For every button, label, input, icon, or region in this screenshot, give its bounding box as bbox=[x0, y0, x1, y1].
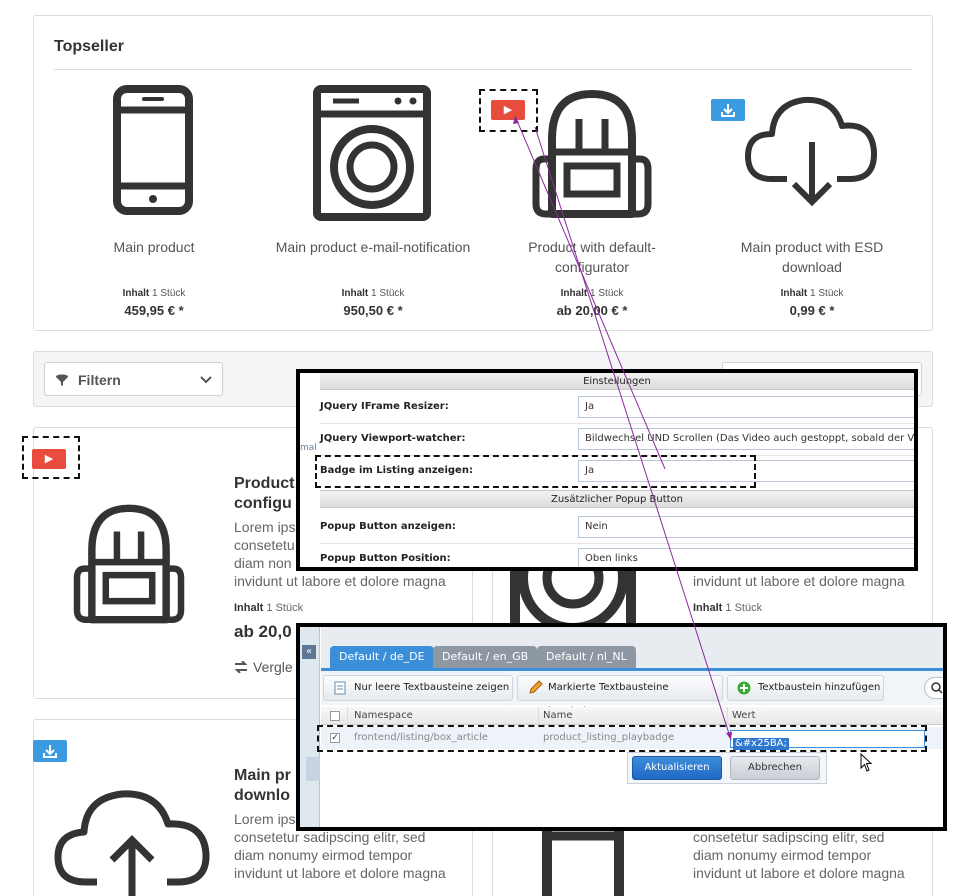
listing-title[interactable]: Main pr bbox=[234, 766, 291, 786]
sidebar-selection bbox=[306, 757, 320, 781]
listing-title[interactable]: configu bbox=[234, 494, 292, 514]
filter-button[interactable]: Filtern bbox=[44, 362, 223, 396]
smartphone-icon bbox=[113, 85, 193, 215]
highlight-box bbox=[479, 89, 538, 132]
listing-description: consetetu bbox=[234, 537, 295, 553]
product-unit: Inhalt 1 Stück bbox=[560, 288, 624, 299]
listing-description: invidunt ut labore et dolore magna bbox=[234, 865, 446, 881]
listing-description: invidunt ut labore et dolore magna bbox=[693, 573, 905, 589]
download-badge bbox=[33, 740, 67, 762]
listing-description: Lorem ips bbox=[234, 519, 296, 535]
side-fragment: mal bbox=[300, 443, 317, 453]
search-field[interactable] bbox=[924, 677, 943, 699]
snippet-manager-screenshot: « Default / de_DE Default / en_GB Defaul… bbox=[296, 623, 947, 831]
listing-description: diam nonumy eirmod tempor bbox=[693, 847, 872, 863]
listing-description: diam non bbox=[234, 555, 292, 571]
config-input[interactable]: Oben links bbox=[578, 548, 914, 567]
config-label: Popup Button Position: bbox=[320, 553, 451, 564]
product-price: 0,99 € * bbox=[789, 303, 835, 318]
compare-link[interactable]: Vergle bbox=[234, 659, 293, 675]
product-card[interactable]: Main product e-mail-notification Inhalt … bbox=[273, 84, 473, 318]
collapse-button[interactable]: « bbox=[302, 645, 316, 659]
listing-price: ab 20,0 bbox=[234, 622, 292, 641]
product-unit: Inhalt 1 Stück bbox=[341, 288, 405, 299]
product-name[interactable]: Main product e-mail-notification bbox=[273, 237, 473, 277]
listing-unit: Inhalt 1 Stück bbox=[234, 602, 304, 614]
listing-title[interactable]: Product bbox=[234, 474, 294, 494]
compare-icon bbox=[234, 660, 248, 674]
download-badge bbox=[711, 99, 745, 121]
section-header: Zusätzlicher Popup Button bbox=[320, 490, 914, 508]
backpack-icon bbox=[532, 90, 652, 218]
filter-label: Filtern bbox=[78, 372, 121, 388]
edit-selected-button[interactable]: Markierte Textbausteine bearbeiten bbox=[517, 675, 723, 717]
pencil-icon bbox=[529, 680, 543, 694]
cloud-download-icon bbox=[54, 790, 210, 896]
product-unit: Inhalt 1 Stück bbox=[780, 288, 844, 299]
tab-nl[interactable]: Default / nl_NL bbox=[537, 646, 636, 668]
highlight-box bbox=[22, 436, 80, 479]
config-input[interactable]: Ja bbox=[578, 396, 914, 418]
smartphone-icon bbox=[542, 820, 624, 896]
backpack-icon bbox=[73, 504, 185, 624]
download-icon bbox=[721, 104, 735, 117]
divider bbox=[320, 423, 914, 424]
listing-description: Lorem ips bbox=[234, 811, 296, 827]
plugin-config-screenshot: mal Einstellungen JQuery IFrame Resizer:… bbox=[296, 369, 918, 571]
listing-description: invidunt ut labore et dolore magna bbox=[234, 573, 446, 589]
listing-title[interactable]: downlo bbox=[234, 786, 290, 806]
product-price: ab 20,00 € * bbox=[556, 303, 628, 318]
config-label: JQuery IFrame Resizer: bbox=[320, 401, 449, 412]
product-name[interactable]: Main product bbox=[54, 237, 254, 277]
listing-unit: Inhalt 1 Stück bbox=[693, 602, 763, 614]
product-name[interactable]: Product with default-configurator bbox=[492, 237, 692, 277]
washing-machine-icon bbox=[313, 85, 431, 221]
config-label: Popup Button anzeigen: bbox=[320, 521, 456, 532]
chevron-down-icon bbox=[200, 376, 212, 384]
config-input[interactable]: Bildwechsel UND Scrollen (Das Video auch… bbox=[578, 428, 914, 450]
update-button[interactable]: Aktualisieren bbox=[632, 756, 722, 780]
topseller-panel: Topseller Main product Inhalt 1 Stück 45… bbox=[33, 15, 933, 331]
section-header: Einstellungen bbox=[320, 373, 914, 390]
column-value[interactable]: Wert bbox=[732, 710, 756, 721]
product-card[interactable]: Main product Inhalt 1 Stück 459,95 € * bbox=[54, 84, 254, 318]
topseller-title: Topseller bbox=[54, 38, 124, 55]
config-input[interactable]: Nein bbox=[578, 516, 914, 538]
plus-circle-icon bbox=[737, 681, 751, 695]
cancel-button[interactable]: Abbrechen bbox=[730, 756, 820, 780]
tab-de[interactable]: Default / de_DE bbox=[330, 646, 434, 668]
select-all-checkbox[interactable] bbox=[330, 711, 340, 721]
product-price: 459,95 € * bbox=[124, 303, 184, 318]
filter-icon bbox=[56, 374, 68, 386]
product-price: 950,50 € * bbox=[343, 303, 403, 318]
highlight-box bbox=[317, 725, 927, 752]
tab-en[interactable]: Default / en_GB bbox=[433, 646, 538, 668]
product-unit: Inhalt 1 Stück bbox=[122, 288, 186, 299]
show-empty-button[interactable]: Nur leere Textbausteine zeigen bbox=[323, 675, 513, 701]
add-snippet-button[interactable]: Textbaustein hinzufügen bbox=[727, 675, 884, 701]
divider bbox=[54, 69, 912, 70]
listing-description: diam nonumy eirmod tempor bbox=[234, 847, 413, 863]
mouse-cursor-icon bbox=[860, 753, 873, 772]
divider bbox=[320, 543, 914, 544]
product-name[interactable]: Main product with ESD download bbox=[712, 237, 912, 277]
search-icon bbox=[931, 682, 943, 694]
document-icon bbox=[334, 681, 346, 695]
highlight-box bbox=[315, 455, 756, 488]
listing-description: invidunt ut labore et dolore magna bbox=[693, 865, 905, 881]
grid-header bbox=[321, 707, 943, 725]
cloud-download-icon bbox=[745, 96, 878, 207]
column-name[interactable]: Name bbox=[543, 710, 573, 721]
config-label: JQuery Viewport-watcher: bbox=[320, 433, 466, 444]
download-icon bbox=[43, 745, 57, 758]
column-namespace[interactable]: Namespace bbox=[354, 710, 413, 721]
